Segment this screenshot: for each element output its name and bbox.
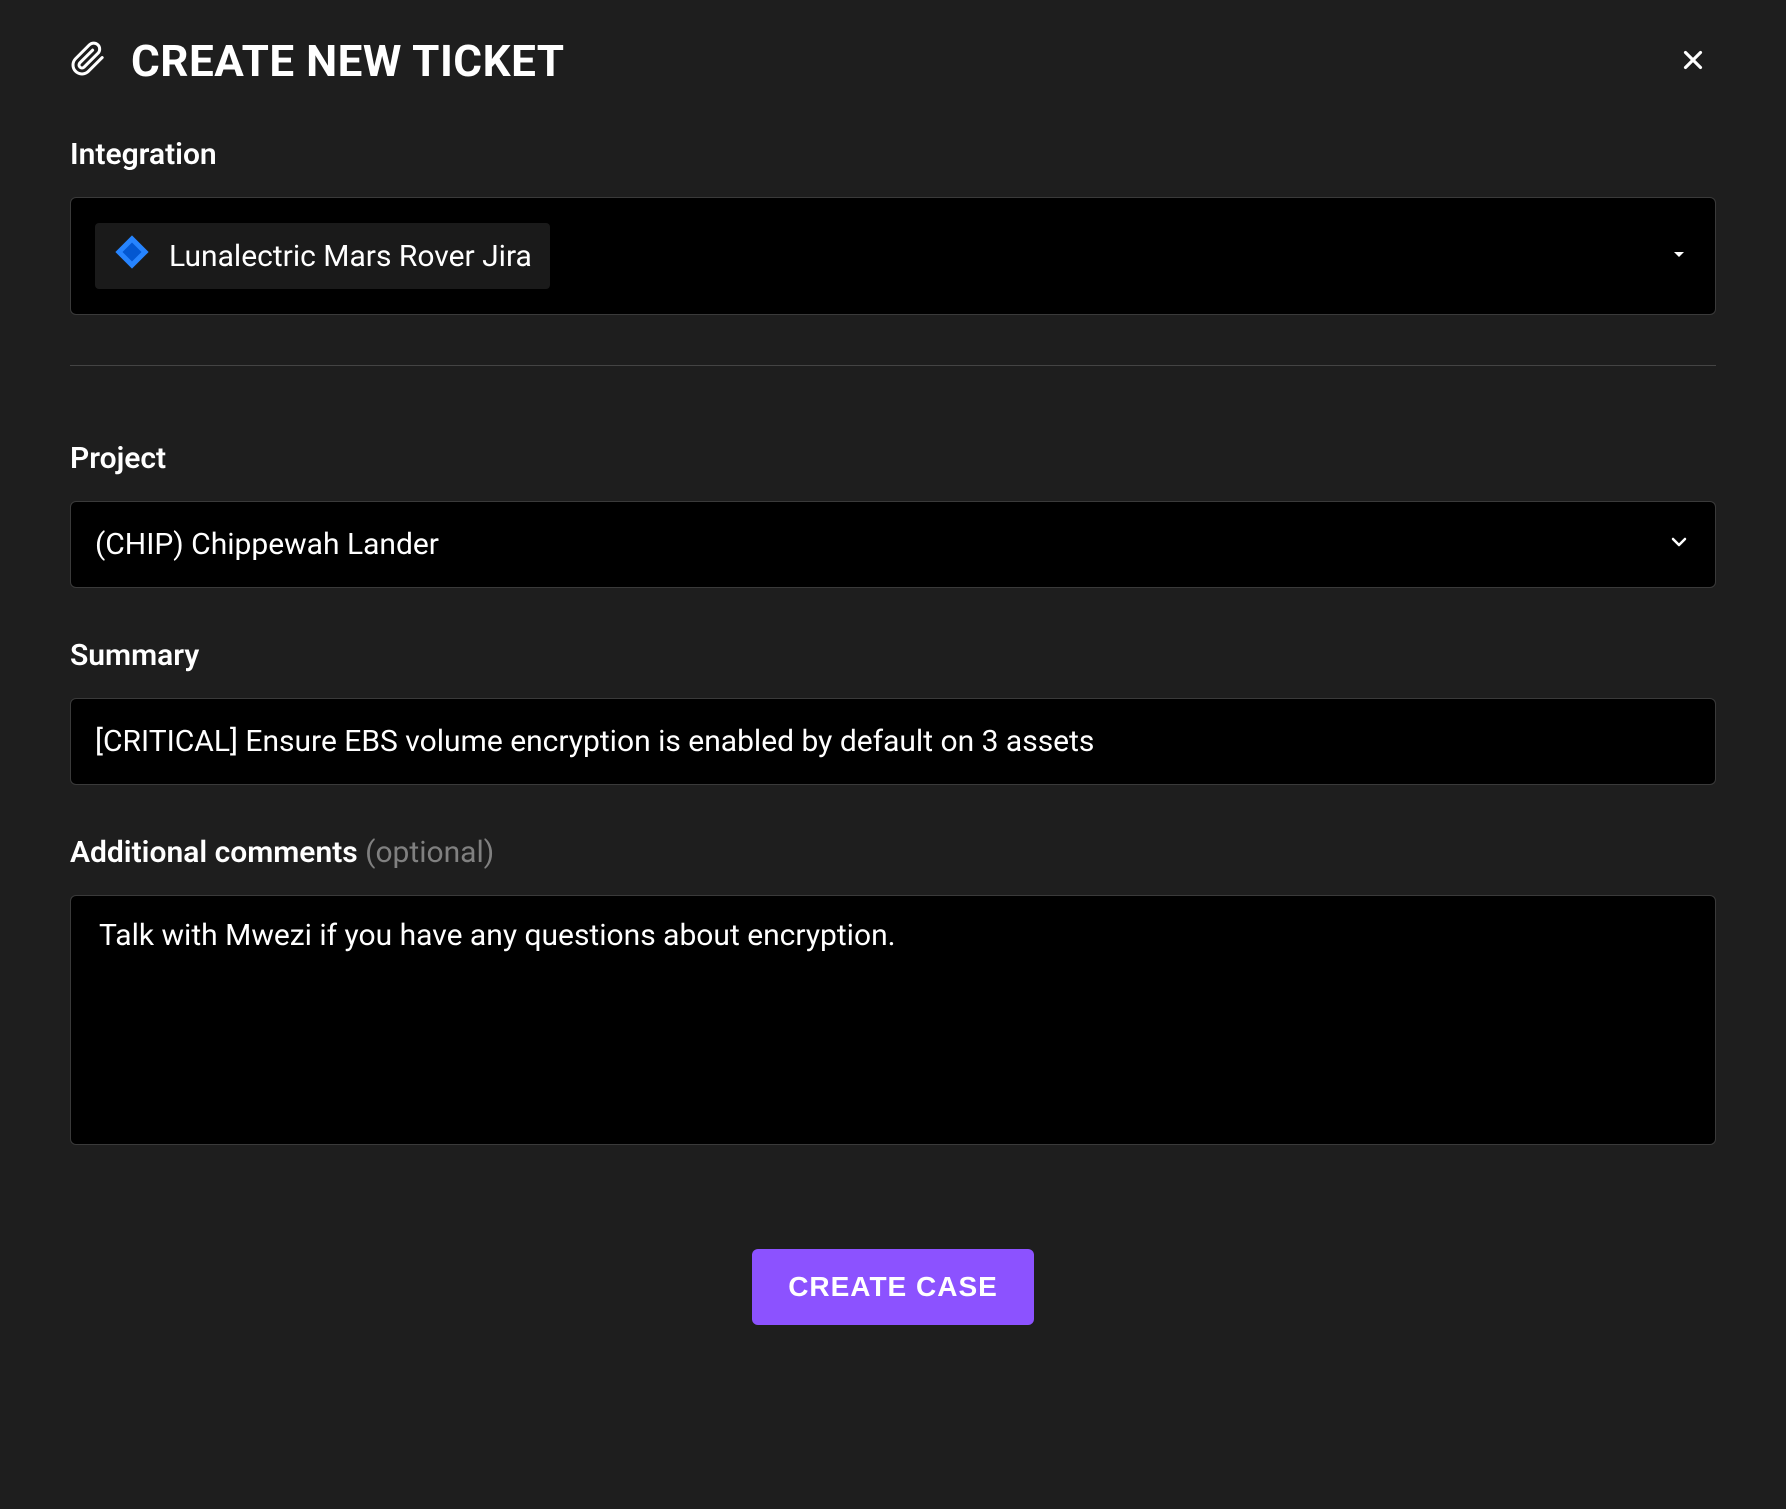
project-select[interactable]: (CHIP) Chippewah Lander (70, 501, 1716, 588)
section-divider (70, 365, 1716, 366)
summary-input[interactable] (70, 698, 1716, 785)
integration-select[interactable]: Lunalectric Mars Rover Jira (70, 197, 1716, 315)
comments-textarea[interactable] (70, 895, 1716, 1145)
jira-icon (113, 233, 151, 279)
create-case-button[interactable]: CREATE CASE (752, 1249, 1034, 1325)
integration-group: Integration Lunalectric Mars Rover Jira (70, 137, 1716, 315)
project-label: Project (70, 441, 1716, 476)
button-container: CREATE CASE (70, 1249, 1716, 1325)
close-button[interactable] (1670, 37, 1716, 86)
integration-value: Lunalectric Mars Rover Jira (169, 239, 532, 274)
comments-label-text: Additional comments (70, 835, 365, 870)
paperclip-icon (70, 41, 106, 81)
integration-chip: Lunalectric Mars Rover Jira (95, 223, 550, 289)
dialog-title: CREATE NEW TICKET (131, 35, 565, 87)
comments-optional-text: (optional) (365, 835, 494, 870)
comments-label: Additional comments (optional) (70, 835, 1716, 870)
integration-value-wrapper: Lunalectric Mars Rover Jira (95, 223, 550, 289)
comments-group: Additional comments (optional) (70, 835, 1716, 1149)
project-group: Project (CHIP) Chippewah Lander (70, 441, 1716, 588)
chevron-down-icon (1667, 239, 1691, 274)
integration-label: Integration (70, 137, 1716, 172)
close-icon (1678, 63, 1708, 78)
summary-group: Summary (70, 638, 1716, 785)
project-value: (CHIP) Chippewah Lander (95, 527, 439, 562)
summary-label: Summary (70, 638, 1716, 673)
chevron-down-icon (1667, 527, 1691, 562)
dialog-header: CREATE NEW TICKET (70, 35, 1716, 87)
header-left: CREATE NEW TICKET (70, 35, 565, 87)
